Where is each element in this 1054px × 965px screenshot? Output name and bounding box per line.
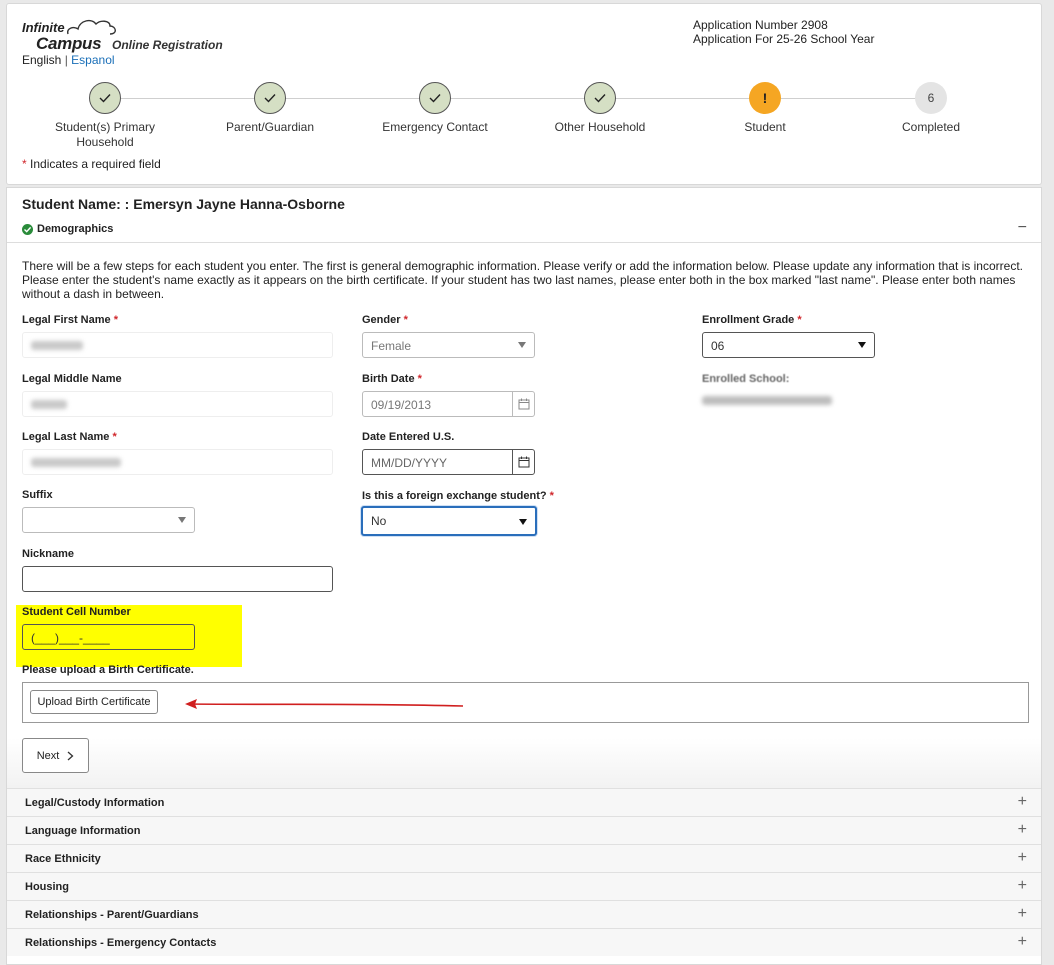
enrollment-grade-label: Enrollment Grade * (702, 314, 802, 326)
accordion-housing[interactable]: Housing + (7, 872, 1041, 900)
check-icon (584, 82, 616, 114)
legal-middle-name-input[interactable] (22, 391, 333, 417)
expand-plus-icon: + (1017, 877, 1027, 894)
step-other-household[interactable]: Other Household (530, 82, 670, 135)
legal-first-name-input[interactable] (22, 332, 333, 358)
check-icon (89, 82, 121, 114)
foreign-exchange-value: No (371, 514, 387, 528)
infinite-campus-logo: Infinite Campus Online Registration (22, 19, 223, 53)
step-label: Student(s) Primary Household (54, 120, 156, 149)
chevron-down-icon (858, 342, 866, 348)
logo-top-text: Infinite (22, 20, 65, 35)
enrolled-school-value (702, 392, 832, 410)
step-completed[interactable]: 6 Completed (861, 82, 1001, 135)
required-note-text: Indicates a required field (30, 157, 161, 171)
student-cell-input[interactable]: (___)___-____ (22, 624, 195, 650)
progress-stepper: Student(s) Primary Household Parent/Guar… (7, 82, 1043, 152)
gender-label: Gender * (362, 314, 408, 326)
required-star: * (22, 157, 27, 171)
suffix-label: Suffix (22, 489, 53, 501)
enrollment-grade-value: 06 (711, 339, 725, 353)
check-icon (254, 82, 286, 114)
application-year: Application For 25-26 School Year (693, 32, 875, 46)
accordion-relationships-parent[interactable]: Relationships - Parent/Guardians + (7, 900, 1041, 928)
language-switch: English | Espanol (22, 53, 115, 67)
step-label: Student (744, 120, 786, 134)
step-emergency-contact[interactable]: Emergency Contact (365, 82, 505, 135)
demographics-title: Demographics (37, 223, 114, 235)
student-cell-placeholder: (___)___-____ (31, 631, 110, 645)
upload-birth-certificate-button[interactable]: Upload Birth Certificate (30, 690, 158, 714)
nickname-label: Nickname (22, 548, 74, 560)
accordion-relationships-emergency[interactable]: Relationships - Emergency Contacts + (7, 928, 1041, 956)
logo-sub-text: Online Registration (112, 38, 223, 52)
birth-date-input[interactable]: 09/19/2013 (362, 391, 535, 417)
student-cell-label: Student Cell Number (22, 606, 131, 618)
header-card: Infinite Campus Online Registration Engl… (6, 3, 1042, 185)
step-primary-household[interactable]: Student(s) Primary Household (35, 82, 175, 150)
step-student[interactable]: ! Student (695, 82, 835, 135)
step-label: Parent/Guardian (225, 120, 315, 134)
chevron-down-icon (519, 519, 527, 525)
step-number: 6 (915, 82, 947, 114)
gender-select[interactable]: Female (362, 332, 535, 358)
step-label: Other Household (554, 120, 646, 134)
accordion-language[interactable]: Language Information + (7, 816, 1041, 844)
registration-page: Infinite Campus Online Registration Engl… (0, 0, 1054, 965)
birth-date-value: 09/19/2013 (371, 398, 432, 412)
foreign-exchange-select[interactable]: No (361, 506, 537, 536)
expand-plus-icon: + (1017, 905, 1027, 922)
date-entered-us-label: Date Entered U.S. (362, 431, 455, 443)
step-parent-guardian[interactable]: Parent/Guardian (200, 82, 340, 135)
section-fade (7, 738, 1041, 788)
application-info: Application Number 2908 Application For … (693, 18, 874, 46)
check-icon (419, 82, 451, 114)
foreign-exchange-label: Is this a foreign exchange student? * (362, 490, 554, 502)
logo-main-text: Campus (36, 34, 102, 53)
legal-last-name-input[interactable] (22, 449, 333, 475)
warning-icon: ! (749, 82, 781, 114)
legal-last-name-label: Legal Last Name * (22, 431, 117, 443)
application-number: Application Number 2908 (693, 18, 828, 32)
accordion-legal-custody[interactable]: Legal/Custody Information + (7, 788, 1041, 816)
collapse-icon[interactable]: − (1018, 219, 1027, 237)
intro-text: There will be a few steps for each stude… (22, 259, 1023, 301)
legal-first-name-label: Legal First Name * (22, 314, 118, 326)
nickname-input[interactable] (22, 566, 333, 592)
student-name-heading: Student Name: : Emersyn Jayne Hanna-Osbo… (22, 196, 345, 212)
next-button[interactable]: Next (22, 738, 89, 773)
date-entered-us-input[interactable]: MM/DD/YYYY (362, 449, 535, 475)
gender-value: Female (371, 339, 412, 353)
upload-area: Upload Birth Certificate (22, 682, 1029, 723)
lang-separator: | (64, 53, 68, 67)
check-circle-icon (22, 224, 33, 235)
demographics-header[interactable]: Demographics − (7, 217, 1041, 243)
accordion-race-ethnicity[interactable]: Race Ethnicity + (7, 844, 1041, 872)
lang-espanol-link[interactable]: Espanol (71, 53, 114, 67)
expand-plus-icon: + (1017, 821, 1027, 838)
chevron-right-icon (67, 751, 74, 760)
suffix-select[interactable] (22, 507, 195, 533)
next-label: Next (36, 749, 60, 762)
calendar-icon[interactable] (512, 450, 534, 474)
required-field-note: * Indicates a required field (22, 157, 161, 171)
enrolled-school-label: Enrolled School: (702, 373, 790, 385)
expand-plus-icon: + (1017, 849, 1027, 866)
annotation-arrow-icon (185, 699, 464, 709)
step-label: Completed (901, 120, 961, 134)
expand-plus-icon: + (1017, 793, 1027, 810)
upload-prompt: Please upload a Birth Certificate. (22, 664, 194, 676)
lang-english[interactable]: English (22, 53, 61, 67)
calendar-icon[interactable] (512, 392, 534, 416)
chevron-down-icon (518, 342, 526, 348)
birth-date-label: Birth Date * (362, 373, 422, 385)
chevron-down-icon (178, 517, 186, 523)
step-label: Emergency Contact (382, 120, 488, 134)
enrollment-grade-select[interactable]: 06 (702, 332, 875, 358)
legal-middle-name-label: Legal Middle Name (22, 373, 122, 385)
date-entered-placeholder: MM/DD/YYYY (371, 456, 448, 470)
student-card: Student Name: : Emersyn Jayne Hanna-Osbo… (6, 187, 1042, 965)
expand-plus-icon: + (1017, 933, 1027, 950)
